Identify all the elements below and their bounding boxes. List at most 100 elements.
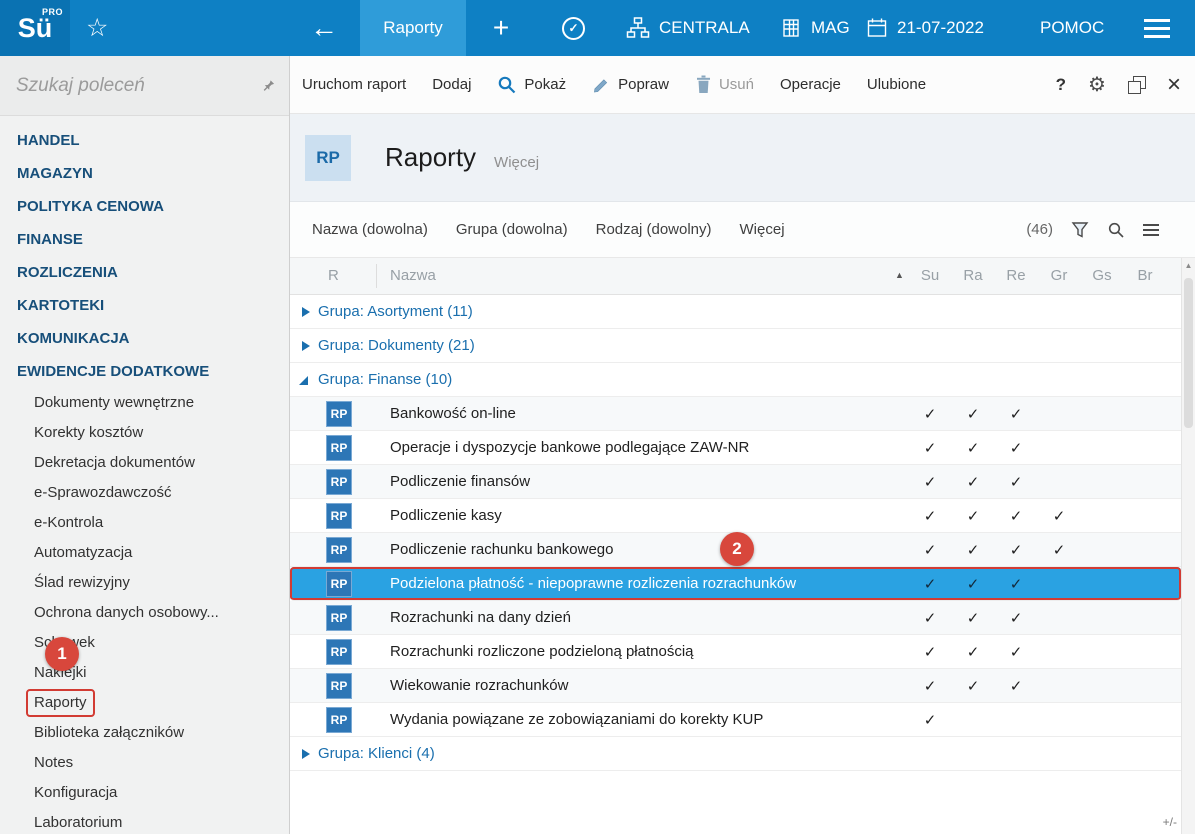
favorites-button[interactable]: Ulubione [867, 76, 926, 93]
sidebar-item-naklejki[interactable]: Naklejki [0, 658, 289, 688]
sidebar: HANDEL MAGAZYN POLITYKA CENOWA FINANSE R… [0, 56, 290, 834]
group-row-dokumenty[interactable]: Grupa: Dokumenty (21) [290, 329, 1181, 363]
column-r[interactable]: R [328, 267, 339, 284]
header-more-link[interactable]: Więcej [494, 154, 539, 171]
table-row[interactable]: RP Rozrachunki rozliczone podzieloną pła… [290, 635, 1181, 669]
table-row[interactable]: RP Podliczenie kasy ✓ ✓ ✓ ✓ [290, 499, 1181, 533]
check-cell: ✓ [1009, 610, 1023, 627]
sidebar-item-rozliczenia[interactable]: ROZLICZENIA [0, 256, 289, 289]
sidebar-item-handel[interactable]: HANDEL [0, 124, 289, 157]
search-input[interactable] [16, 74, 263, 97]
main-menu-button[interactable] [1144, 0, 1170, 56]
filter-group[interactable]: Grupa (dowolna) [456, 221, 568, 238]
table-row[interactable]: RP Bankowość on-line ✓ ✓ ✓ [290, 397, 1181, 431]
column-gr[interactable]: Gr [1046, 267, 1072, 284]
sidebar-item-e-sprawozdawczosc[interactable]: e-Sprawozdawczość [0, 478, 289, 508]
operations-button[interactable]: Operacje [780, 76, 841, 93]
sidebar-item-raporty[interactable]: Raporty [0, 688, 289, 718]
new-tab-button[interactable]: + [478, 0, 524, 56]
column-br[interactable]: Br [1132, 267, 1158, 284]
detach-window-icon[interactable] [1127, 76, 1146, 94]
sidebar-item-e-kontrola[interactable]: e-Kontrola [0, 508, 289, 538]
sidebar-item-notes[interactable]: Notes [0, 748, 289, 778]
sidebar-nav: HANDEL MAGAZYN POLITYKA CENOWA FINANSE R… [0, 116, 289, 834]
vertical-scrollbar[interactable]: ▲ [1181, 258, 1195, 834]
hamburger-icon [1144, 18, 1170, 38]
rp-icon: RP [326, 469, 352, 495]
funnel-icon[interactable] [1071, 221, 1089, 239]
command-search[interactable] [0, 56, 289, 116]
filter-more[interactable]: Więcej [740, 221, 785, 238]
expand-icon[interactable] [302, 341, 310, 351]
sidebar-item-laboratorium[interactable]: Laboratorium [0, 808, 289, 834]
sidebar-item-dekretacja-dokumentow[interactable]: Dekretacja dokumentów [0, 448, 289, 478]
sidebar-item-dokumenty-wewnetrzne[interactable]: Dokumenty wewnętrzne [0, 388, 289, 418]
add-button[interactable]: Dodaj [432, 76, 471, 93]
run-report-button[interactable]: Uruchom raport [302, 76, 406, 93]
check-circle-icon[interactable]: ✓ [562, 0, 585, 56]
sidebar-item-finanse[interactable]: FINANSE [0, 223, 289, 256]
menu-list-icon[interactable] [1143, 223, 1159, 236]
sidebar-item-automatyzacja[interactable]: Automatyzacja [0, 538, 289, 568]
sidebar-item-konfiguracja[interactable]: Konfiguracja [0, 778, 289, 808]
edit-button[interactable]: Popraw [592, 75, 669, 94]
group-row-klienci[interactable]: Grupa: Klienci (4) [290, 737, 1181, 771]
table-row-selected[interactable]: RP Podzielona płatność - niepoprawne roz… [290, 567, 1181, 601]
sidebar-item-kartoteki[interactable]: KARTOTEKI [0, 289, 289, 322]
help-menu[interactable]: POMOC [1040, 0, 1104, 56]
column-ra[interactable]: Ra [960, 267, 986, 284]
check-cell: ✓ [966, 542, 980, 559]
sort-asc-icon[interactable]: ▲ [895, 270, 904, 280]
sidebar-item-ochrona-danych[interactable]: Ochrona danych osobowy... [0, 598, 289, 628]
warehouse-selector[interactable]: MAG [780, 0, 850, 56]
show-button[interactable]: Pokaż [497, 75, 566, 95]
sidebar-item-korekty-kosztow[interactable]: Korekty kosztów [0, 418, 289, 448]
expand-icon[interactable] [302, 307, 310, 317]
column-nazwa[interactable]: Nazwa [390, 267, 436, 284]
zoom-plus-minus[interactable]: +/- [1163, 815, 1177, 829]
table-row[interactable]: RP Operacje i dyspozycje bankowe podlega… [290, 431, 1181, 465]
table-row[interactable]: RP Rozrachunki na dany dzień ✓ ✓ ✓ [290, 601, 1181, 635]
sidebar-item-slad-rewizyjny[interactable]: Ślad rewizyjny [0, 568, 289, 598]
group-row-asortyment[interactable]: Grupa: Asortyment (11) [290, 295, 1181, 329]
filter-name[interactable]: Nazwa (dowolna) [312, 221, 428, 238]
gear-icon[interactable]: ⚙ [1088, 75, 1106, 95]
sidebar-item-biblioteka-zalacznikow[interactable]: Biblioteka załączników [0, 718, 289, 748]
tab-raporty[interactable]: Raporty [360, 0, 466, 56]
check-cell: ✓ [923, 576, 937, 593]
check-cell: ✓ [966, 644, 980, 661]
scroll-up-icon[interactable]: ▲ [1182, 258, 1195, 274]
group-label: Grupa: Asortyment (11) [318, 303, 473, 320]
filter-kind[interactable]: Rodzaj (dowolny) [596, 221, 712, 238]
sidebar-item-komunikacja[interactable]: KOMUNIKACJA [0, 322, 289, 355]
report-name: Podliczenie kasy [390, 507, 502, 524]
column-su[interactable]: Su [917, 267, 943, 284]
company-selector[interactable]: CENTRALA [626, 0, 750, 56]
star-icon[interactable]: ☆ [86, 0, 108, 56]
table-row[interactable]: RP Wiekowanie rozrachunków ✓ ✓ ✓ [290, 669, 1181, 703]
back-arrow-icon[interactable]: ← [302, 0, 346, 56]
table-row[interactable]: RP Wydania powiązane ze zobowiązaniami d… [290, 703, 1181, 737]
pin-icon[interactable] [263, 77, 275, 94]
column-re[interactable]: Re [1003, 267, 1029, 284]
search-icon[interactable] [1107, 221, 1125, 239]
sidebar-item-ewidencje-dodatkowe[interactable]: EWIDENCJE DODATKOWE [0, 355, 289, 388]
check-cell: ✓ [966, 474, 980, 491]
collapse-icon[interactable] [299, 376, 308, 385]
record-count: (46) [1026, 221, 1053, 238]
sidebar-item-polityka-cenowa[interactable]: POLITYKA CENOWA [0, 190, 289, 223]
column-gs[interactable]: Gs [1089, 267, 1115, 284]
group-label: Grupa: Klienci (4) [318, 745, 435, 762]
sidebar-item-schowek[interactable]: Schowek [0, 628, 289, 658]
delete-button[interactable]: Usuń [695, 75, 754, 94]
sidebar-item-magazyn[interactable]: MAGAZYN [0, 157, 289, 190]
close-icon[interactable]: × [1167, 72, 1181, 97]
expand-icon[interactable] [302, 749, 310, 759]
date-selector[interactable]: 21-07-2022 [866, 0, 984, 56]
scrollbar-thumb[interactable] [1184, 278, 1193, 428]
app-logo[interactable]: Sü PRO [0, 0, 70, 56]
table-row[interactable]: RP Podliczenie finansów ✓ ✓ ✓ [290, 465, 1181, 499]
check-cell: ✓ [1009, 542, 1023, 559]
group-row-finanse[interactable]: Grupa: Finanse (10) [290, 363, 1181, 397]
help-button[interactable]: ? [1056, 75, 1066, 95]
